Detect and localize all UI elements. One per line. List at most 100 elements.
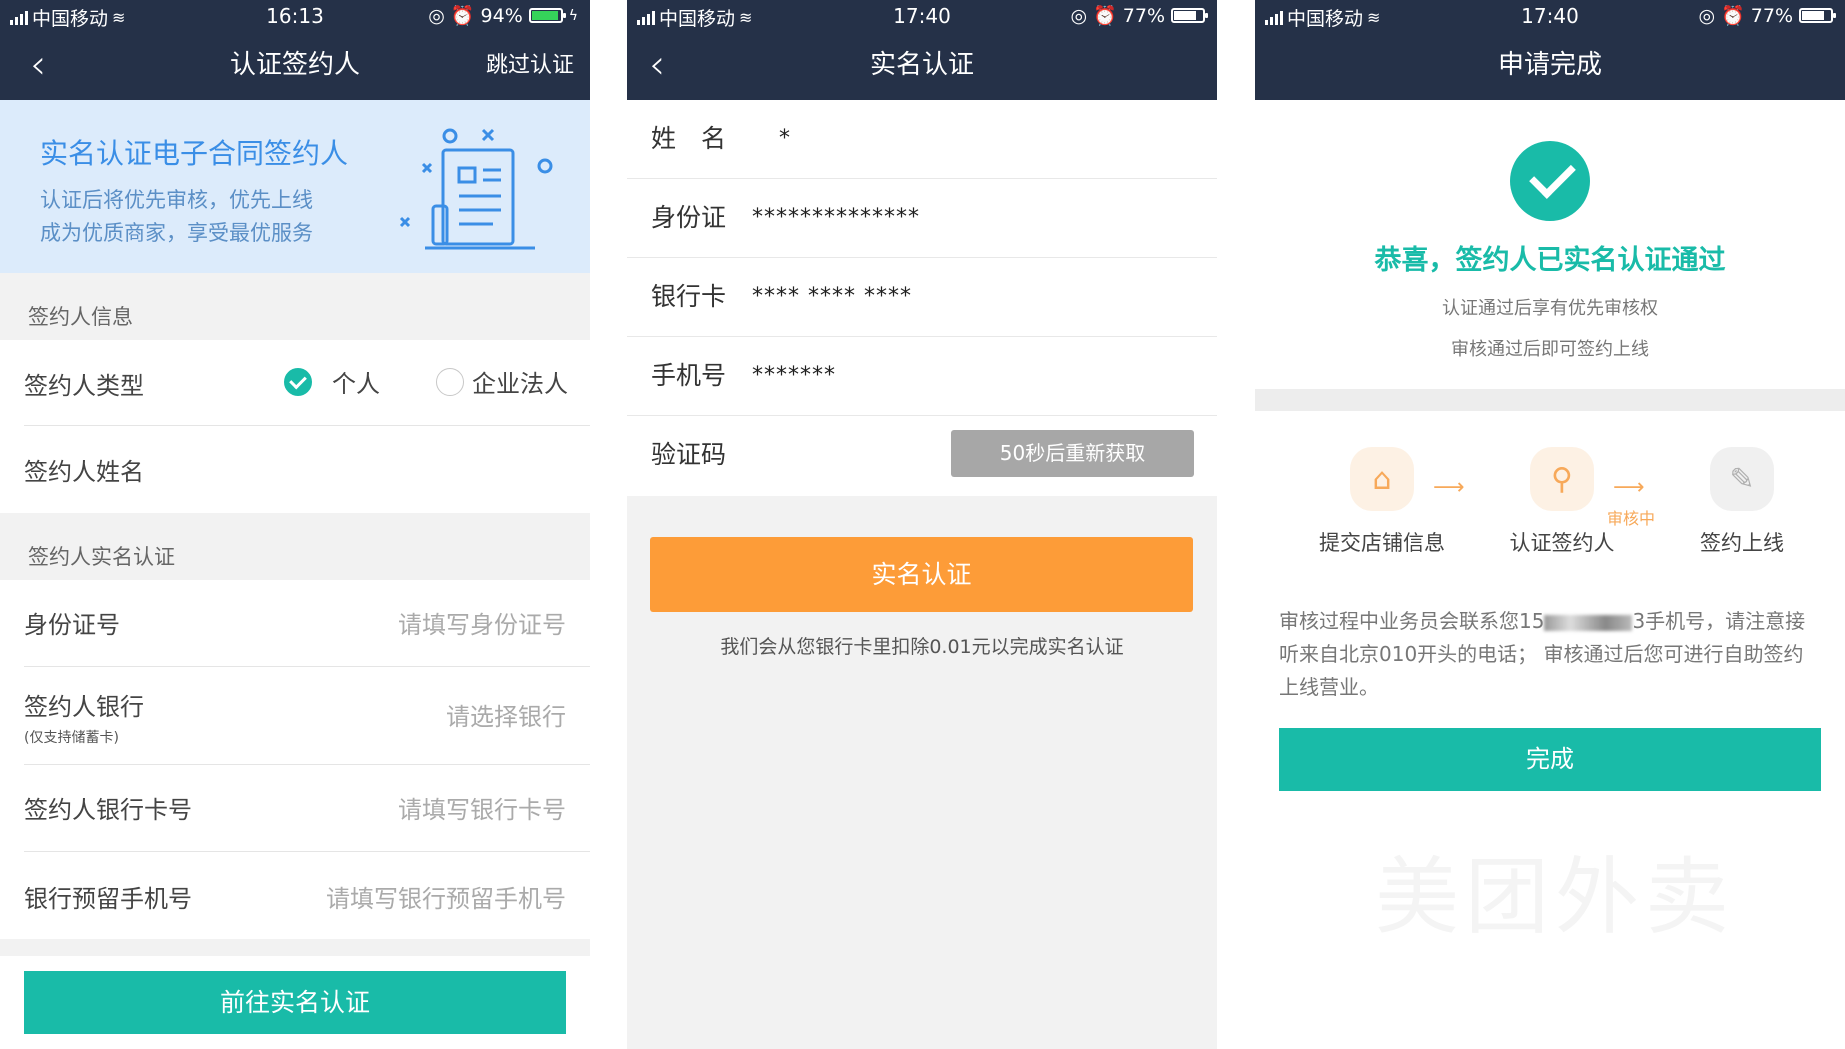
lock-rotation-icon: ◎ xyxy=(1698,4,1716,27)
bank-note: (仅支持储蓄卡) xyxy=(24,730,119,746)
id-number-row[interactable]: 身份证号 请填写身份证号 xyxy=(24,580,590,667)
battery-icon xyxy=(528,8,566,23)
form-row-card: 银行卡 **** **** **** xyxy=(627,258,1217,337)
page-title: 实名认证 xyxy=(869,50,974,80)
radio-enterprise-label: 企业法人 xyxy=(472,370,568,398)
review-description: 审核过程中业务员会联系您15 3手机号，请注意接听来自北京010开头的电话； 审核… xyxy=(1279,605,1821,704)
charging-icon: ϟ xyxy=(568,7,578,24)
arrow-icon: ⟶ xyxy=(1613,475,1645,500)
battery-icon xyxy=(1171,8,1208,23)
screen-verify-signer: 中国移动 ≋ 16:13 ◎ ⏰ 94% ϟ ‹ 认证签约人 跳过认证 实名认证… xyxy=(0,0,590,1049)
battery-percent: 94% xyxy=(480,4,523,27)
resend-code-button[interactable]: 50秒后重新获取 xyxy=(951,430,1194,477)
form-row-code: 验证码 50秒后重新获取 xyxy=(627,416,1217,494)
status-bar: 中国移动 ≋ 17:40 ◎ ⏰ 77% xyxy=(627,0,1217,31)
page-title: 申请完成 xyxy=(1497,50,1602,80)
card-value: **** **** **** xyxy=(752,284,912,309)
code-label: 验证码 xyxy=(651,440,727,469)
success-title: 恭喜，签约人已实名认证通过 xyxy=(1374,245,1726,276)
masked-phone xyxy=(1544,614,1633,631)
status-bar: 中国移动 ≋ 16:13 ◎ ⏰ 94% ϟ xyxy=(0,0,590,31)
bank-row[interactable]: 签约人银行 (仅支持储蓄卡) 请选择银行 xyxy=(24,667,590,765)
card-label: 银行卡 xyxy=(651,282,727,311)
document-illustration-icon xyxy=(399,128,553,250)
shop-icon: ⌂ xyxy=(1350,447,1414,511)
bank-select[interactable]: 请选择银行 xyxy=(446,697,566,732)
id-number-input[interactable]: 请填写身份证号 xyxy=(398,605,566,640)
card-number-label: 签约人银行卡号 xyxy=(24,796,192,824)
step-sign-online: ✎ 签约上线 xyxy=(1662,447,1822,557)
card-number-row[interactable]: 签约人银行卡号 请填写银行卡号 xyxy=(24,765,590,852)
pencil-icon: ✎ xyxy=(1710,447,1774,511)
battery-percent: 77% xyxy=(1122,4,1165,27)
battery-icon xyxy=(1799,8,1836,23)
lock-rotation-icon: ◎ xyxy=(428,4,445,27)
real-name-verify-button[interactable]: 实名认证 xyxy=(650,537,1193,612)
arrow-icon: ⟶ xyxy=(1433,475,1465,500)
name-label: 姓 名 xyxy=(651,124,727,153)
radio-checked-icon xyxy=(284,367,312,396)
success-check-icon xyxy=(1510,141,1590,221)
code-input[interactable] xyxy=(752,416,942,494)
screen-application-complete: 中国移动 ≋ 17:40 ◎ ⏰ 77% 申请完成 恭喜，签约人已实名认证通过 … xyxy=(1255,0,1845,1049)
real-name-group: 身份证号 请填写身份证号 签约人银行 (仅支持储蓄卡) 请选择银行 签约人银行卡… xyxy=(0,580,590,939)
id-number-label: 身份证号 xyxy=(24,611,120,639)
done-button[interactable]: 完成 xyxy=(1279,728,1821,791)
status-bar: 中国移动 ≋ 17:40 ◎ ⏰ 77% xyxy=(1255,0,1845,31)
step-verify-signer: ⚲ 认证签约人 xyxy=(1482,447,1642,557)
skip-verification-button[interactable]: 跳过认证 xyxy=(486,31,574,100)
lock-rotation-icon: ◎ xyxy=(1070,4,1088,27)
step-label: 签约上线 xyxy=(1700,531,1784,555)
person-icon: ⚲ xyxy=(1530,447,1594,511)
form-row-name: 姓 名 * xyxy=(627,100,1217,179)
phone-input[interactable]: 请填写银行预留手机号 xyxy=(326,879,566,914)
deduction-note: 我们会从您银行卡里扣除0.01元以完成实名认证 xyxy=(720,636,1124,658)
banner-line-1: 认证后将优先审核，优先上线 xyxy=(40,188,313,212)
card-number-input[interactable]: 请填写银行卡号 xyxy=(398,790,566,825)
promo-banner: 实名认证电子合同签约人 认证后将优先审核，优先上线 成为优质商家，享受最优服务 xyxy=(0,100,590,273)
phone-row[interactable]: 银行预留手机号 请填写银行预留手机号 xyxy=(24,852,590,939)
footer-area: 前往实名认证 xyxy=(0,956,590,1049)
screen-real-name-verify: 中国移动 ≋ 17:40 ◎ ⏰ 77% ‹ 实名认证 姓 名 * 身份证 **… xyxy=(627,0,1217,1049)
nav-bar: 申请完成 xyxy=(1255,31,1845,100)
name-value: * xyxy=(779,126,791,151)
signer-name-label: 签约人姓名 xyxy=(24,458,144,486)
reviewing-label: 审核中 xyxy=(1607,509,1656,528)
radio-personal[interactable]: 个人 xyxy=(284,364,380,399)
radio-enterprise[interactable]: 企业法人 xyxy=(436,364,568,399)
goto-verify-button[interactable]: 前往实名认证 xyxy=(24,971,566,1034)
phone-value: ******* xyxy=(752,363,836,388)
id-label: 身份证 xyxy=(651,203,727,232)
section-title-real-name: 签约人实名认证 xyxy=(0,513,590,580)
battery-percent: 77% xyxy=(1750,4,1793,27)
signer-type-label: 签约人类型 xyxy=(24,372,144,400)
step-label: 提交店铺信息 xyxy=(1319,531,1445,555)
success-subtitle-1: 认证通过后享有优先审核权 xyxy=(1442,298,1658,319)
bank-label: 签约人银行 xyxy=(24,693,144,721)
phone-label: 银行预留手机号 xyxy=(24,885,192,913)
section-title-signer-info: 签约人信息 xyxy=(0,273,590,340)
form-row-id: 身份证 ************** xyxy=(627,179,1217,258)
radio-personal-label: 个人 xyxy=(332,370,380,398)
alarm-icon: ⏰ xyxy=(450,5,475,27)
nav-bar: ‹ 实名认证 xyxy=(627,31,1217,100)
nav-bar: ‹ 认证签约人 跳过认证 xyxy=(0,31,590,100)
watermark-logo: 美团外卖 xyxy=(1375,848,1736,946)
alarm-icon: ⏰ xyxy=(1721,5,1745,27)
id-value: ************** xyxy=(752,205,920,230)
success-subtitle-2: 审核通过后即可签约上线 xyxy=(1451,339,1649,360)
radio-unchecked-icon xyxy=(436,367,464,396)
banner-heading: 实名认证电子合同签约人 xyxy=(40,137,349,170)
signer-type-row: 签约人类型 个人 企业法人 xyxy=(24,340,590,426)
form-row-phone: 手机号 ******* xyxy=(627,337,1217,416)
signer-info-group: 签约人类型 个人 企业法人 签约人姓名 xyxy=(0,340,590,513)
phone-label: 手机号 xyxy=(651,361,727,390)
divider-band xyxy=(1255,389,1845,411)
signer-name-row[interactable]: 签约人姓名 xyxy=(24,426,590,513)
banner-line-2: 成为优质商家，享受最优服务 xyxy=(40,221,313,245)
step-label: 认证签约人 xyxy=(1509,531,1615,555)
verify-form: 姓 名 * 身份证 ************** 银行卡 **** **** *… xyxy=(627,100,1217,496)
desc-prefix: 审核过程中业务员会联系您15 xyxy=(1279,609,1545,633)
alarm-icon: ⏰ xyxy=(1093,5,1117,27)
step-submit-shop-info: ⌂ 提交店铺信息 xyxy=(1302,447,1462,557)
